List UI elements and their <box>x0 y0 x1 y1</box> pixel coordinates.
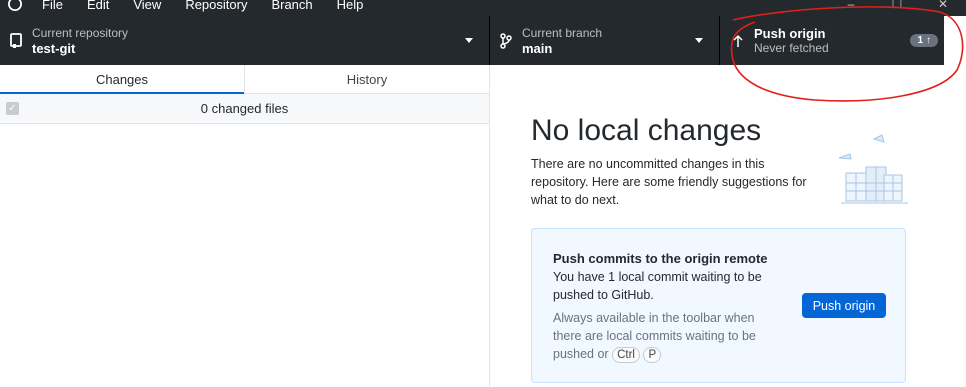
page-title: No local changes <box>531 114 762 147</box>
push-origin-button[interactable]: Push origin <box>802 293 886 318</box>
close-window-button[interactable]: ✕ <box>920 0 966 16</box>
push-origin-label: Push origin <box>754 25 826 41</box>
repository-name: test-git <box>32 40 76 56</box>
menu-file[interactable]: File <box>30 0 75 12</box>
menu-view[interactable]: View <box>121 0 173 12</box>
github-logo-icon[interactable] <box>0 0 30 11</box>
main-content: No local changes There are no uncommitte… <box>491 65 966 387</box>
push-status: Never fetched <box>754 40 829 55</box>
toolbar: Current repository test-git Current bran… <box>0 16 944 65</box>
branch-label: Current branch <box>522 25 603 40</box>
branch-name: main <box>522 40 553 56</box>
menu-edit[interactable]: Edit <box>75 0 121 12</box>
push-suggestion-card: Push commits to the origin remote You ha… <box>531 228 906 383</box>
current-repository-button[interactable]: Current repository test-git <box>0 16 490 65</box>
sidebar: Changes History ✓ 0 changed files <box>0 65 490 387</box>
arrow-up-small-icon: ↑ <box>926 35 931 46</box>
maximize-button[interactable]: ☐ <box>874 0 920 16</box>
ahead-count-badge: 1 ↑ <box>910 34 938 47</box>
repository-label: Current repository <box>32 25 129 40</box>
chevron-down-icon <box>465 38 473 43</box>
arrow-up-icon <box>730 33 746 49</box>
tab-history[interactable]: History <box>244 65 489 93</box>
changed-files-count: 0 changed files <box>200 101 289 116</box>
sidebar-tabs: Changes History <box>0 65 489 94</box>
chevron-down-icon <box>695 38 703 43</box>
empty-state-description: There are no uncommitted changes in this… <box>531 157 807 207</box>
repo-icon <box>8 32 24 49</box>
menu-branch[interactable]: Branch <box>259 0 324 12</box>
current-branch-button[interactable]: Current branch main <box>490 16 720 65</box>
ahead-count: 1 <box>917 35 923 46</box>
suggestion-title: Push commits to the origin remote <box>553 251 768 266</box>
select-all-checkbox[interactable]: ✓ <box>6 102 19 115</box>
minimize-button[interactable]: – <box>828 0 874 16</box>
tab-changes[interactable]: Changes <box>0 65 244 94</box>
menu-bar: File Edit View Repository Branch Help – … <box>0 0 966 16</box>
menu-repository[interactable]: Repository <box>173 0 259 12</box>
shortcut-key-ctrl: Ctrl <box>612 347 640 363</box>
shortcut-key-p: P <box>643 347 662 363</box>
suggestion-hint: Always available in the toolbar when the… <box>553 309 783 363</box>
changes-list-header: ✓ 0 changed files <box>0 94 489 124</box>
empty-state-illustration <box>838 134 908 204</box>
suggestion-description: You have 1 local commit waiting to be pu… <box>553 270 762 302</box>
push-origin-toolbar-button[interactable]: Push origin Never fetched 1 ↑ <box>720 16 944 65</box>
menu-help[interactable]: Help <box>325 0 376 12</box>
branch-icon <box>498 32 514 49</box>
